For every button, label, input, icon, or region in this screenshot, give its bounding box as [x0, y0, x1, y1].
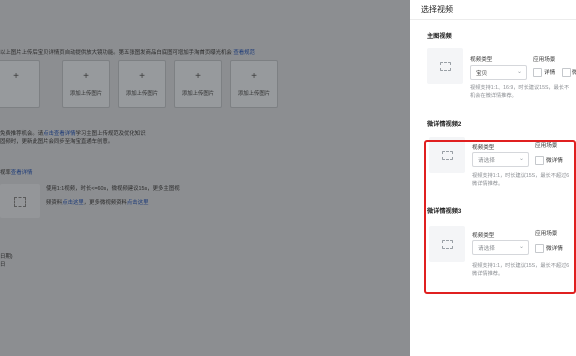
main-video-upload-slot[interactable]: [0, 184, 40, 218]
upload-image-slot-4[interactable]: + 添加上传图片: [174, 60, 222, 108]
plus-icon: +: [195, 71, 201, 82]
recommend-tip: 免费推荐机会。请点击查看详情学习主图上传规范及优化知识: [0, 129, 146, 137]
click-here-link-2[interactable]: 点击这里: [127, 200, 149, 206]
video-placeholder-icon: [14, 197, 26, 207]
micro-video3-scene-label-text: 微详情: [546, 246, 563, 252]
video-placeholder-icon: [442, 240, 453, 249]
upload-image-slot-5[interactable]: + 添加上传图片: [230, 60, 278, 108]
video-resource-prefix: 频资料: [46, 200, 63, 206]
click-here-link-1[interactable]: 点击这里: [62, 200, 84, 206]
chevron-down-icon: ⌄: [518, 244, 524, 250]
video-resource-mid: ，更多微视频资料: [83, 200, 127, 206]
main-video-scene-micro-label: 微: [572, 70, 576, 76]
video-spec-tip: 使用1:1视频，时长<=60s，微视频建议15s，更多主图视: [46, 186, 180, 192]
sync-tip: 固频时，更新此图片会同步至淘宝直通车创意。: [0, 139, 114, 145]
main-video-title: 主图视频: [427, 33, 452, 40]
micro-video2-type-placeholder: 请选择: [478, 158, 495, 164]
view-spec-link[interactable]: 查看规范: [233, 50, 255, 56]
micro-video3-help-line1: 视频支持1:1，时长建议15S，最长不超过6: [472, 263, 570, 269]
plus-icon: +: [83, 71, 89, 82]
micro-video2-scene-label: 应用场景: [535, 143, 558, 149]
rate-view-details-link[interactable]: 查看详情: [11, 170, 33, 176]
micro-video2-scene-checkbox[interactable]: [535, 156, 544, 165]
upload-image-label: 添加上传图片: [237, 91, 271, 97]
micro-video3-type-label: 视频类型: [472, 233, 495, 239]
micro-video3-type-placeholder: 请选择: [478, 246, 495, 252]
drawer-divider: [410, 19, 576, 20]
upload-image-label: 添加上传图片: [69, 91, 103, 97]
micro-video2-type-label: 视频类型: [472, 145, 495, 151]
date-label: 日期): [0, 254, 13, 260]
micro-video3-scene-label: 应用场景: [535, 231, 558, 237]
upload-image-label: 添加上传图片: [181, 91, 215, 97]
micro-video2-help-line2: 微详情推荐。: [472, 181, 504, 187]
image-upload-tip: 以上图片上传后宝贝详情页自动提供放大镜功能。第五张图发商品白底图可增加手淘首页曝…: [0, 48, 255, 56]
micro-video2-type-select[interactable]: 请选择 ⌄: [472, 152, 529, 167]
chevron-down-icon: ⌄: [516, 69, 522, 75]
video-placeholder-icon: [442, 151, 453, 160]
micro-video2-title: 微详情视频2: [427, 121, 462, 128]
micro-video3-thumbnail[interactable]: [429, 226, 465, 262]
day-label: 日: [0, 262, 6, 268]
main-video-scene-micro-checkbox[interactable]: [562, 68, 571, 77]
micro-video2-help-line1: 视频支持1:1，时长建议15S，最长不超过6: [472, 173, 570, 179]
plus-icon: +: [13, 71, 19, 82]
main-video-scene-detail-label: 详情: [544, 70, 556, 76]
video-placeholder-icon: [440, 62, 451, 71]
main-video-type-value: 宝贝: [476, 71, 488, 77]
micro-video3-title: 微详情视频3: [427, 208, 462, 215]
rate-tip-prefix: 视率: [0, 170, 11, 176]
select-video-drawer: 选择视频 主图视频 视频类型 宝贝 ⌄ 应用场景 详情 微 视频支持1:1、16…: [410, 0, 576, 356]
drawer-title: 选择视频: [421, 5, 453, 14]
plus-icon: +: [251, 71, 257, 82]
main-video-thumbnail[interactable]: [427, 48, 463, 84]
main-video-type-select[interactable]: 宝贝 ⌄: [470, 65, 527, 80]
micro-video3-type-select[interactable]: 请选择 ⌄: [472, 240, 529, 255]
upload-image-slot-1[interactable]: +: [0, 60, 40, 108]
main-video-type-label: 视频类型: [470, 57, 493, 63]
main-video-help-line2: 机会在微详情推荐。: [470, 93, 517, 99]
plus-icon: +: [139, 71, 145, 82]
micro-video3-scene-checkbox[interactable]: [535, 244, 544, 253]
upload-image-label: 添加上传图片: [125, 91, 159, 97]
main-video-scene-detail-checkbox[interactable]: [533, 68, 542, 77]
video-resource-tip: 频资料点击这里，更多微视频资料点击这里: [46, 198, 148, 206]
main-video-scene-label: 应用场景: [533, 57, 556, 63]
image-upload-tip-text: 以上图片上传后宝贝详情页自动提供放大镜功能。第五张图发商品白底图可增加手淘首页曝…: [0, 50, 232, 56]
upload-image-slot-3[interactable]: + 添加上传图片: [118, 60, 166, 108]
main-video-help-line1: 视频支持1:1、16:9，时长建议15S，最长不: [470, 85, 570, 91]
micro-video2-scene-label-text: 微详情: [546, 158, 563, 164]
chevron-down-icon: ⌄: [518, 156, 524, 162]
micro-video3-help-line2: 微详情推荐。: [472, 271, 504, 277]
rate-tip: 视率查看详情: [0, 168, 32, 176]
upload-image-slot-2[interactable]: + 添加上传图片: [62, 60, 110, 108]
micro-video2-thumbnail[interactable]: [429, 137, 465, 173]
